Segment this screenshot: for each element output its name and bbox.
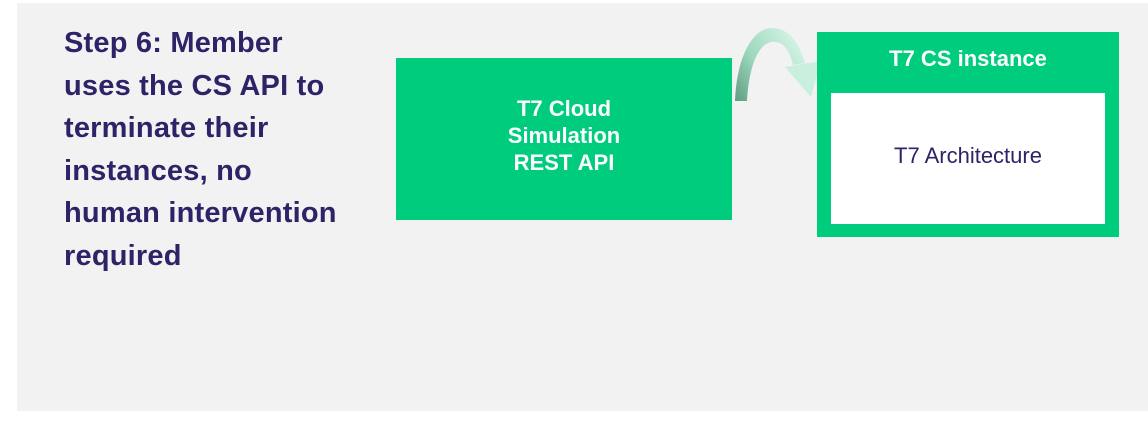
- cs-instance-frame: T7 CS instance T7 Architecture: [817, 32, 1119, 237]
- architecture-box: T7 Architecture: [831, 93, 1105, 224]
- rest-api-label-line2: Simulation: [507, 122, 621, 148]
- arrow-head: [785, 61, 821, 97]
- rest-api-label-line1: T7 Cloud: [516, 95, 612, 121]
- rest-api-label-line3: REST API: [513, 149, 615, 175]
- rest-api-label: T7 Cloud Simulation REST API: [508, 95, 620, 176]
- arrow-body: [735, 27, 805, 101]
- step-description: Step 6: Member uses the CS API to termin…: [64, 27, 337, 272]
- architecture-label: T7 Architecture: [894, 142, 1042, 168]
- rest-api-box: T7 Cloud Simulation REST API: [396, 58, 732, 220]
- cs-instance-title: T7 CS instance: [889, 46, 1047, 71]
